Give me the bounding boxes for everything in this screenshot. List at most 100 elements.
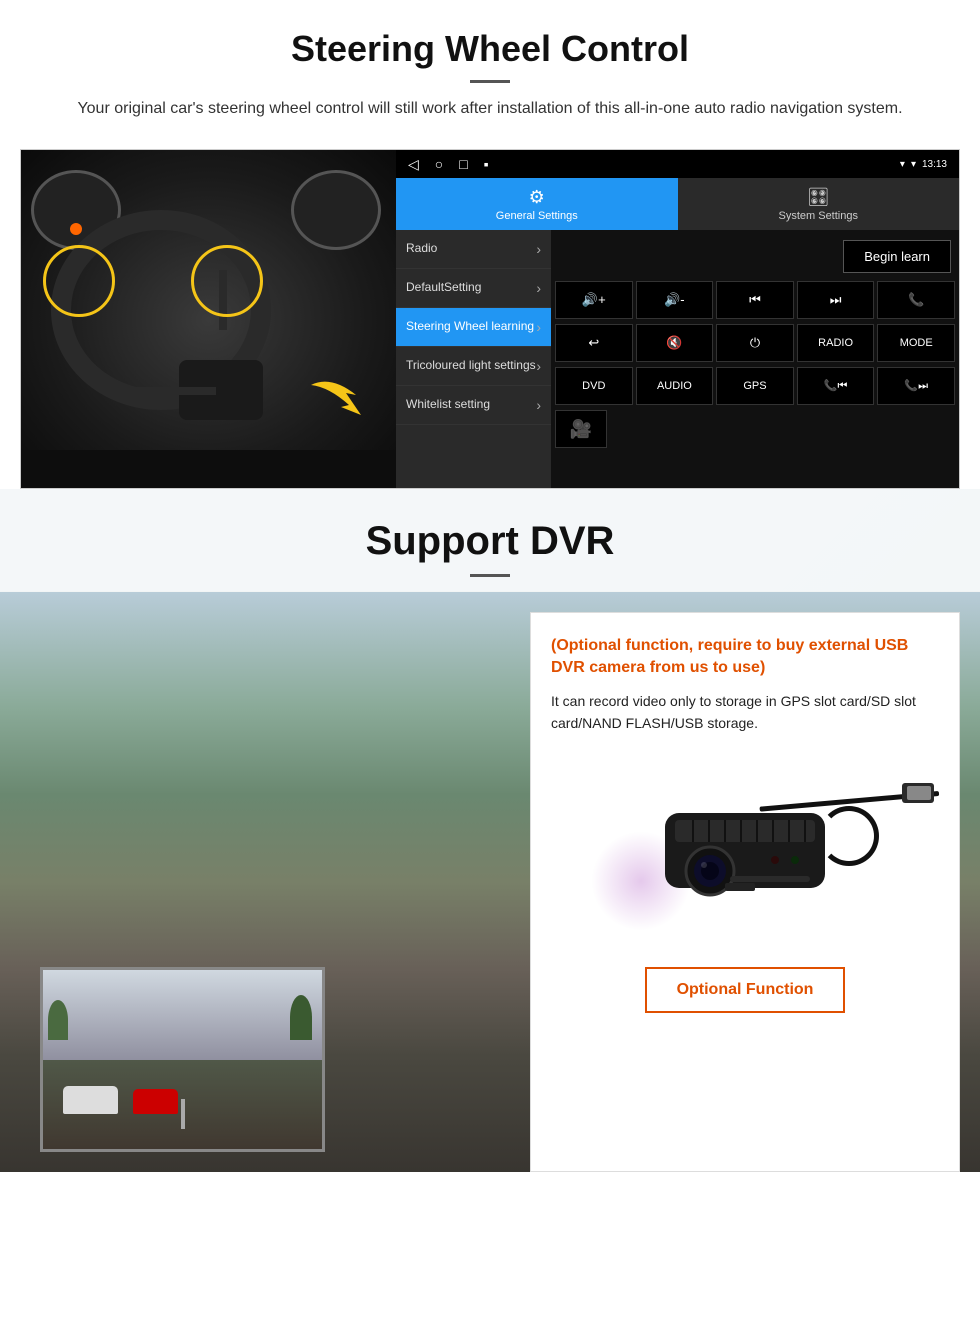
dvr-section: Support DVR (Optional function, require … (0, 489, 980, 1172)
phone-prev-icon: 📞⏮ (824, 379, 848, 393)
menu-item-whitelist[interactable]: Whitelist setting › (396, 386, 551, 425)
dvr-info-card: (Optional function, require to buy exter… (530, 612, 960, 1172)
prev-btn[interactable]: ⏮ (716, 281, 794, 319)
radio-label: RADIO (818, 337, 853, 349)
control-buttons-row3: DVD AUDIO GPS 📞⏮ 📞⏭ (555, 367, 955, 405)
wifi-icon: ▾ (911, 159, 916, 170)
dvr-thumbnail (40, 967, 325, 1152)
mute-btn[interactable]: 🔇 (636, 324, 714, 362)
dvr-title: Support DVR (20, 519, 960, 564)
menu-tricolour-label: Tricoloured light settings (406, 358, 536, 374)
yellow-arrow-icon (301, 365, 381, 445)
general-settings-icon: ⚙ (529, 187, 545, 208)
phone-btn[interactable]: 📞 (877, 281, 955, 319)
menu-arrow-default: › (536, 280, 541, 296)
phone-next-icon: 📞⏭ (904, 379, 928, 393)
menu-steering-label: Steering Wheel learning (406, 319, 534, 335)
steering-image (21, 150, 396, 489)
dvr-optional-text: (Optional function, require to buy exter… (551, 635, 939, 680)
gauge-right (291, 170, 381, 250)
tab-general-label: General Settings (496, 210, 578, 222)
menu-item-tricolour[interactable]: Tricoloured light settings › (396, 347, 551, 386)
vol-down-btn[interactable]: 🔊- (636, 281, 714, 319)
menu-item-default[interactable]: DefaultSetting › (396, 269, 551, 308)
dvd-btn[interactable]: DVD (555, 367, 633, 405)
android-content: Radio › DefaultSetting › Steering Wheel … (396, 230, 959, 488)
tab-general-settings[interactable]: ⚙ General Settings (396, 178, 678, 230)
spoke-right (156, 387, 216, 395)
audio-label: AUDIO (657, 380, 692, 392)
steering-section: Steering Wheel Control Your original car… (0, 0, 980, 489)
begin-learn-row: Begin learn (555, 234, 955, 279)
steering-panel: ◁ ○ □ ▪ ▾ ▾ 13:13 ⚙ General Settings (20, 149, 960, 489)
yellow-circle-right (191, 245, 263, 317)
vol-down-icon: 🔊- (664, 292, 685, 308)
left-menu: Radio › DefaultSetting › Steering Wheel … (396, 230, 551, 488)
mode-btn[interactable]: MODE (877, 324, 955, 362)
next-icon: ⏭ (830, 292, 842, 308)
car-silhouette-1 (63, 1086, 118, 1114)
dvr-icon: 🎥 (570, 419, 592, 440)
arrow-wrapper (301, 365, 381, 450)
back-call-btn[interactable]: ↩ (555, 324, 633, 362)
dvd-label: DVD (582, 380, 605, 392)
menu-arrow-whitelist: › (536, 397, 541, 413)
power-btn[interactable]: ⏻ (716, 324, 794, 362)
system-settings-icon: 🎛 (807, 187, 830, 208)
tab-system-settings[interactable]: 🎛 System Settings (678, 178, 960, 230)
gps-label: GPS (743, 380, 766, 392)
car-silhouette-2 (133, 1089, 178, 1114)
yellow-circle-left (43, 245, 115, 317)
camera-body-wrapper (645, 788, 845, 913)
menu-item-steering[interactable]: Steering Wheel learning › (396, 308, 551, 347)
android-tabs: ⚙ General Settings 🎛 System Settings (396, 178, 959, 230)
optional-function-button[interactable]: Optional Function (645, 967, 845, 1013)
power-icon: ⏻ (750, 335, 760, 351)
steering-title-area: Steering Wheel Control Your original car… (0, 0, 980, 149)
radio-btn[interactable]: RADIO (797, 324, 875, 362)
menu-default-label: DefaultSetting (406, 280, 481, 296)
menu-whitelist-label: Whitelist setting (406, 397, 490, 413)
menu-arrow-steering: › (536, 319, 541, 335)
tree-2 (290, 995, 312, 1040)
control-buttons-row1: 🔊+ 🔊- ⏮ ⏭ 📞 (555, 281, 955, 319)
gauge-indicator (70, 223, 82, 235)
mode-label: MODE (900, 337, 933, 349)
right-content: Begin learn 🔊+ 🔊- ⏮ ⏭ 📞 ↩ 🔇 ⏻ (551, 230, 959, 488)
mute-icon: 🔇 (666, 335, 682, 351)
dvr-title-area: Support DVR (0, 489, 980, 592)
menu-arrow-radio: › (536, 241, 541, 257)
road-marking (181, 1099, 185, 1129)
dvr-icon-btn[interactable]: 🎥 (555, 410, 607, 448)
begin-learn-button[interactable]: Begin learn (843, 240, 951, 273)
menu-arrow-tricolour: › (536, 358, 541, 374)
audio-btn[interactable]: AUDIO (636, 367, 714, 405)
prev-icon: ⏮ (749, 292, 761, 308)
vol-up-btn[interactable]: 🔊+ (555, 281, 633, 319)
usb-metal (907, 786, 931, 800)
menu-item-radio[interactable]: Radio › (396, 230, 551, 269)
tab-system-label: System Settings (779, 210, 858, 222)
control-buttons-row2: ↩ 🔇 ⏻ RADIO MODE (555, 324, 955, 362)
steering-title: Steering Wheel Control (20, 28, 960, 70)
dvr-camera-illustration (551, 751, 939, 951)
back-icon: ◁ (408, 156, 419, 173)
home-icon: ○ (435, 156, 443, 173)
phone-icon: 📞 (908, 292, 924, 308)
dvr-icon-row: 🎥 (555, 410, 955, 448)
thumb-sky (43, 970, 322, 1060)
recent-icon: □ (459, 156, 467, 173)
next-btn[interactable]: ⏭ (797, 281, 875, 319)
tree-1 (48, 1000, 68, 1040)
statusbar-nav: ◁ ○ □ ▪ (408, 156, 489, 173)
gps-btn[interactable]: GPS (716, 367, 794, 405)
vol-up-icon: 🔊+ (582, 292, 606, 308)
signal-icon: ▾ (900, 159, 905, 170)
phone-prev-btn[interactable]: 📞⏮ (797, 367, 875, 405)
menu-radio-label: Radio (406, 241, 437, 257)
android-statusbar: ◁ ○ □ ▪ ▾ ▾ 13:13 (396, 150, 959, 178)
title-divider (470, 80, 510, 83)
statusbar-icons: ▾ ▾ 13:13 (900, 159, 947, 170)
menu-icon: ▪ (484, 156, 489, 173)
phone-next-btn[interactable]: 📞⏭ (877, 367, 955, 405)
